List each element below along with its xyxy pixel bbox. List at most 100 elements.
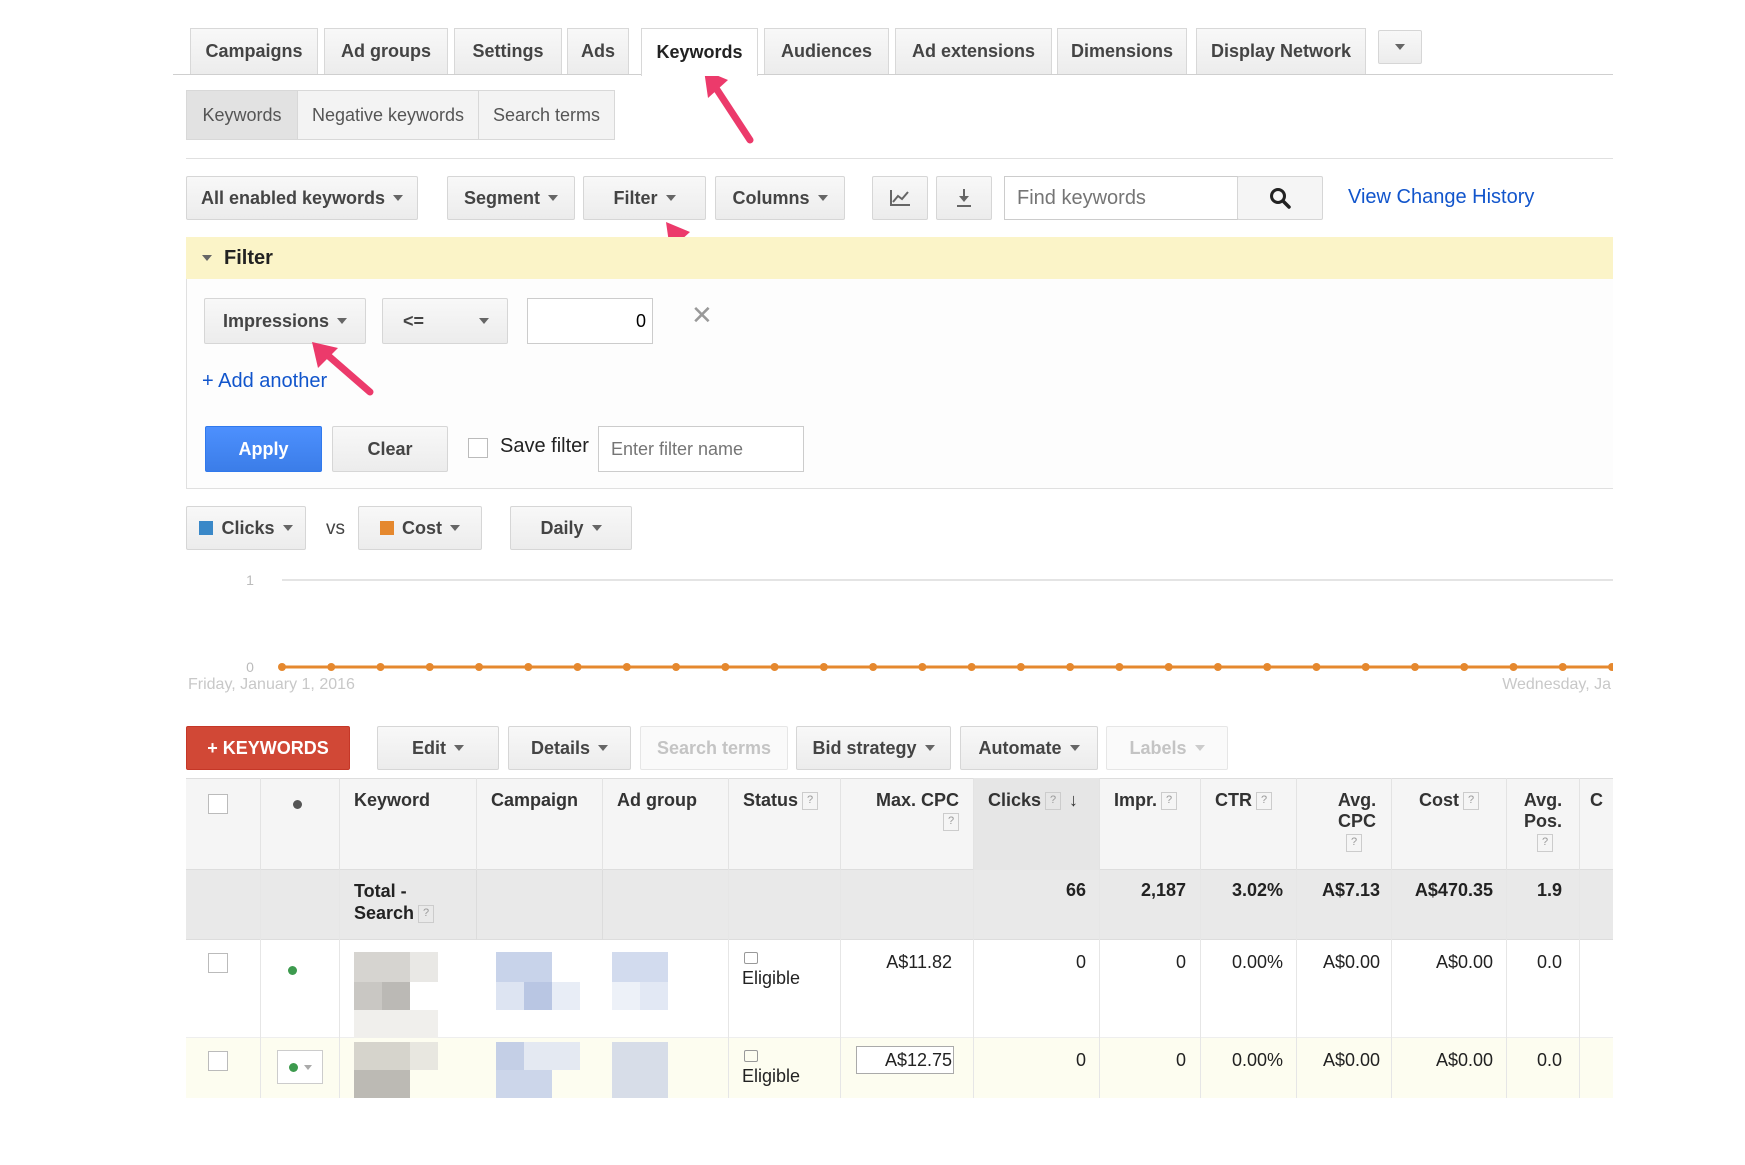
data-point [1066, 663, 1075, 671]
search-input[interactable] [1004, 176, 1238, 220]
subtab-search-terms[interactable]: Search terms [478, 90, 615, 140]
search-button[interactable] [1237, 176, 1323, 220]
help-icon[interactable]: ? [1161, 792, 1178, 811]
help-icon[interactable]: ? [1463, 792, 1479, 811]
apply-button[interactable]: Apply [205, 426, 322, 472]
segment-dropdown[interactable]: Segment [447, 176, 575, 220]
header-impr[interactable]: Impr.? [1100, 778, 1201, 870]
tab-audiences[interactable]: Audiences [764, 28, 889, 74]
header-ad-group[interactable]: Ad group [603, 778, 729, 870]
total-ctr: 3.02% [1231, 880, 1283, 900]
labels-dropdown[interactable]: Labels [1106, 726, 1228, 770]
header-status-dot [261, 778, 340, 870]
tab-campaigns[interactable]: Campaigns [190, 28, 318, 74]
row-max-cpc[interactable]: A$11.82 [841, 952, 952, 973]
help-icon[interactable]: ? [1537, 834, 1553, 853]
total-cost: A$470.35 [1414, 880, 1493, 900]
clear-button[interactable]: Clear [332, 426, 448, 472]
view-change-history-link[interactable]: View Change History [1348, 186, 1534, 209]
data-point [573, 663, 582, 671]
filter-name-input[interactable] [598, 426, 804, 472]
tab-ad-extensions[interactable]: Ad extensions [895, 28, 1052, 74]
chevron-down-icon [1395, 44, 1405, 50]
row-status: Eligible [742, 968, 801, 988]
annotation-arrow-impressions [312, 342, 374, 396]
subtab-negative-keywords[interactable]: Negative keywords [297, 90, 479, 140]
tab-dimensions[interactable]: Dimensions [1057, 28, 1187, 74]
tab-ads[interactable]: Ads [567, 28, 629, 74]
header-cost[interactable]: Cost? [1392, 778, 1507, 870]
header-ctr-label: CTR [1215, 790, 1252, 810]
help-icon[interactable]: ? [418, 905, 435, 924]
add-another-link[interactable]: + Add another [202, 370, 327, 393]
total-avg-cpc: A$7.13 [1321, 880, 1380, 900]
chevron-down-icon [548, 195, 559, 201]
status-dropdown[interactable] [277, 1050, 323, 1084]
save-filter-checkbox[interactable] [468, 438, 488, 458]
details-dropdown[interactable]: Details [508, 726, 631, 770]
period-dropdown[interactable]: Daily [510, 506, 632, 550]
chevron-down-icon [303, 1064, 312, 1070]
header-avg-cpc-label: Avg. CPC [1337, 790, 1377, 831]
filter-value-input[interactable] [527, 298, 653, 344]
more-tabs-button[interactable] [1378, 30, 1422, 64]
filter-label: Filter [613, 187, 658, 208]
filter-dropdown[interactable]: Filter [583, 176, 706, 220]
search-terms-button[interactable]: Search terms [640, 726, 788, 770]
tab-display-network[interactable]: Display Network [1196, 28, 1366, 74]
add-keywords-button[interactable]: + KEYWORDS [186, 726, 350, 770]
row-checkbox[interactable] [208, 953, 228, 973]
ad-preview-icon[interactable] [744, 1050, 758, 1062]
help-icon[interactable]: ? [943, 813, 959, 832]
help-icon[interactable]: ? [1045, 792, 1062, 811]
columns-dropdown[interactable]: Columns [715, 176, 845, 220]
header-status-label: Status [743, 790, 799, 810]
header-status[interactable]: Status? [729, 778, 841, 870]
header-max-cpc-label: Max. CPC [875, 790, 959, 810]
row-avg-pos: 0.0 [1536, 952, 1562, 972]
remove-filter-icon[interactable]: ✕ [691, 302, 713, 328]
header-next-column[interactable]: C [1580, 778, 1613, 870]
row-checkbox[interactable] [208, 1051, 228, 1071]
help-icon[interactable]: ? [1256, 792, 1272, 811]
tab-keywords[interactable]: Keywords [641, 28, 758, 76]
header-ctr[interactable]: CTR? [1201, 778, 1297, 870]
subtab-keywords[interactable]: Keywords [186, 90, 298, 140]
help-icon[interactable]: ? [802, 792, 819, 811]
select-all-checkbox[interactable] [208, 794, 228, 814]
total-impr: 2,187 [1140, 880, 1186, 900]
header-max-cpc[interactable]: Max. CPC? [841, 778, 974, 870]
data-point [1213, 663, 1222, 671]
filter-metric-label: Impressions [222, 310, 330, 331]
chart-toggle-button[interactable] [872, 176, 928, 220]
labels-label: Labels [1129, 737, 1187, 758]
main-tabs-baseline [173, 74, 1613, 75]
filter-panel-header[interactable]: Filter [186, 237, 1613, 279]
header-keyword[interactable]: Keyword [340, 778, 477, 870]
header-avg-pos-label: Avg. Pos. [1523, 790, 1563, 831]
edit-dropdown[interactable]: Edit [377, 726, 499, 770]
status-filter-dropdown[interactable]: All enabled keywords [186, 176, 418, 220]
filter-operator-dropdown[interactable]: <= [382, 298, 508, 344]
header-avg-pos[interactable]: Avg. Pos.? [1507, 778, 1580, 870]
bid-strategy-dropdown[interactable]: Bid strategy [796, 726, 951, 770]
download-button[interactable] [936, 176, 992, 220]
save-filter-label: Save filter [500, 435, 589, 457]
sort-down-icon: ↓ [1069, 790, 1079, 810]
header-clicks[interactable]: Clicks? ↓ [974, 778, 1100, 870]
header-avg-cpc[interactable]: Avg. CPC? [1297, 778, 1392, 870]
metric1-dropdown[interactable]: Clicks [186, 506, 306, 550]
filter-metric-dropdown[interactable]: Impressions [204, 298, 366, 344]
header-campaign[interactable]: Campaign [477, 778, 603, 870]
ad-preview-icon[interactable] [744, 952, 758, 964]
row-max-cpc[interactable]: A$12.75 [841, 1050, 952, 1071]
metric2-dropdown[interactable]: Cost [358, 506, 482, 550]
data-point [425, 663, 434, 671]
tab-ad-groups[interactable]: Ad groups [324, 28, 448, 74]
row-avg-pos: 0.0 [1536, 1050, 1562, 1070]
row-avg-cpc: A$0.00 [1322, 1050, 1380, 1070]
automate-dropdown[interactable]: Automate [960, 726, 1098, 770]
data-point [1016, 663, 1025, 671]
tab-settings[interactable]: Settings [454, 28, 562, 74]
help-icon[interactable]: ? [1346, 834, 1362, 853]
